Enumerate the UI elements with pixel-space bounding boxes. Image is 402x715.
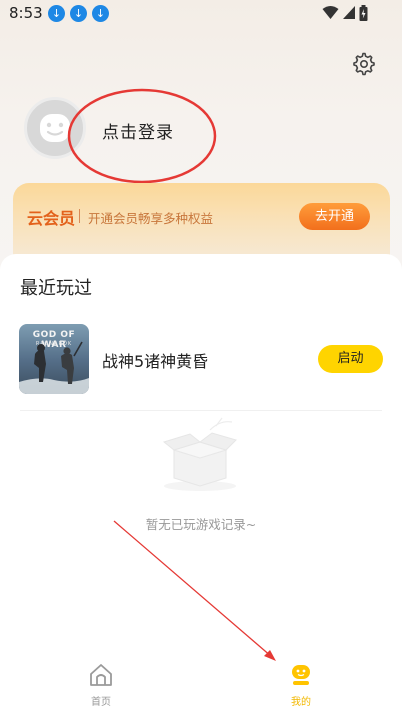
- wifi-icon: [322, 6, 339, 19]
- vip-title: 云会员: [27, 209, 76, 228]
- divider: [20, 410, 382, 411]
- game-cover-image: GOD OF WAR RAGNARÖK: [19, 324, 89, 394]
- empty-state-text: 暂无已玩游戏记录~: [145, 517, 257, 532]
- download-icon: ↓: [70, 5, 87, 22]
- settings-button[interactable]: [352, 52, 376, 76]
- system-icons: [322, 5, 368, 23]
- empty-box-icon: [162, 417, 237, 491]
- vip-divider: [79, 209, 80, 223]
- bottom-tab-bar: 首页 我的: [0, 658, 402, 715]
- gear-icon: [353, 52, 375, 76]
- status-bar: 8:53 ↓ ↓ ↓: [0, 0, 402, 28]
- game-name: 战神5诸神黄昏: [102, 352, 209, 371]
- launch-button[interactable]: 启动: [318, 345, 383, 373]
- tab-mine[interactable]: 我的: [266, 658, 336, 715]
- section-title: 最近玩过: [20, 278, 92, 299]
- signal-icon: [343, 6, 355, 19]
- download-icon: ↓: [48, 5, 65, 22]
- status-time: 8:53: [9, 4, 43, 22]
- game-list-item[interactable]: GOD OF WAR RAGNARÖK 战神5诸神黄昏 启动: [0, 322, 402, 398]
- annotation-ellipse: [67, 88, 217, 184]
- cover-artwork: [19, 341, 89, 394]
- vip-description: 开通会员畅享多种权益: [88, 211, 214, 226]
- download-icon: ↓: [92, 5, 109, 22]
- recent-panel: 最近玩过 GOD OF WAR RAGNARÖK 战神5诸神黄昏 启动 暂无已玩…: [0, 254, 402, 715]
- open-vip-button[interactable]: 去开通: [299, 203, 370, 230]
- tab-label: 首页: [91, 697, 111, 708]
- battery-icon: [359, 5, 368, 21]
- tab-home[interactable]: 首页: [66, 658, 136, 715]
- mine-icon: [292, 665, 310, 685]
- home-icon: [90, 664, 112, 686]
- tab-label: 我的: [291, 697, 311, 708]
- vip-banner[interactable]: 云会员 开通会员畅享多种权益 去开通: [13, 183, 390, 263]
